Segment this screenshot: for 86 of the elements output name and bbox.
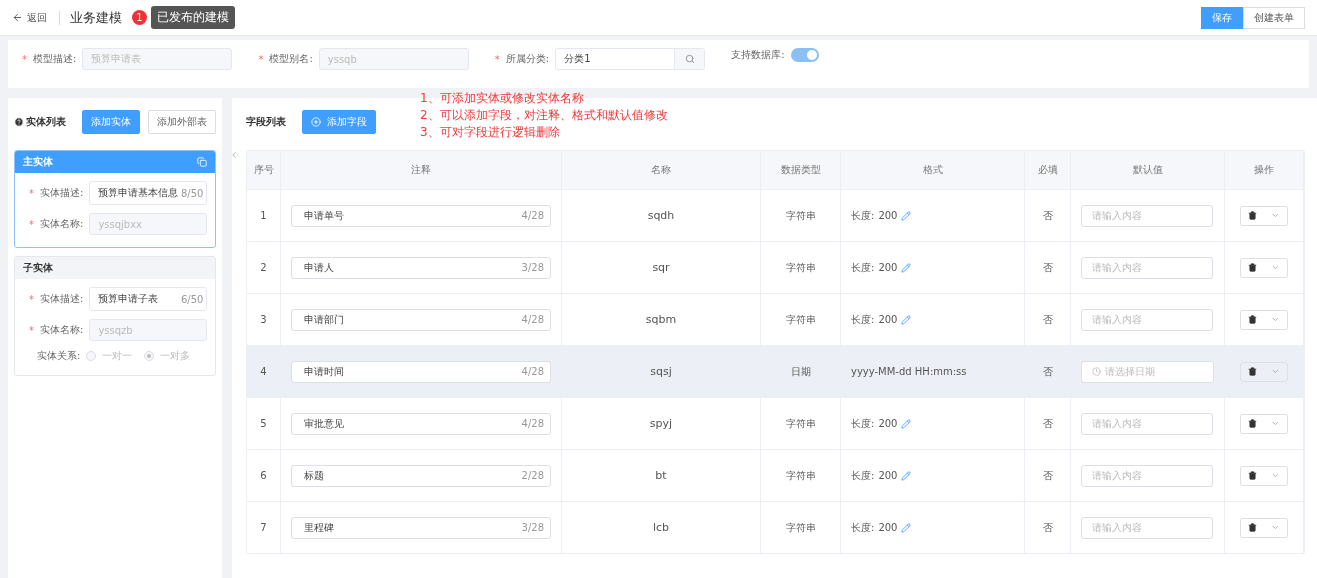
plus-icon: [311, 117, 321, 127]
edit-icon[interactable]: [901, 210, 912, 221]
length-value: 200: [878, 314, 898, 325]
dropdown-button[interactable]: [1271, 523, 1280, 532]
field-label: 实体名称:: [40, 217, 84, 231]
delete-button[interactable]: [1248, 367, 1257, 376]
field-label: 模型描述:: [33, 52, 77, 66]
annotation-text: 1、可添加实体或修改实体名称: [420, 90, 585, 107]
dropdown-button[interactable]: [1271, 211, 1280, 220]
annotation-text: 2、可以添加字段，对注释、格式和默认值修改: [420, 107, 668, 124]
edit-icon[interactable]: [901, 522, 912, 533]
required-mark: *: [22, 53, 27, 65]
description-field[interactable]: 预算申请基本信息 8/50: [89, 181, 208, 205]
edit-icon[interactable]: [901, 418, 912, 429]
length-value: 200: [878, 262, 898, 273]
comment-field[interactable]: 审批意见 4/28: [291, 412, 551, 435]
length-value: 200: [878, 210, 898, 221]
delete-button[interactable]: [1248, 419, 1257, 428]
field-label: 实体关系:: [37, 349, 81, 363]
table-cell: 否: [1025, 502, 1071, 553]
add-external-table-button[interactable]: 添加外部表: [148, 110, 216, 134]
comment-field[interactable]: 申请时间 4/28: [291, 360, 551, 383]
count-badge: 1: [132, 10, 147, 25]
delete-button[interactable]: [1248, 471, 1257, 480]
panel-title: 实体列表: [14, 115, 66, 129]
comment-field[interactable]: 标题 2/28: [291, 464, 551, 487]
delete-button[interactable]: [1248, 523, 1257, 532]
panel-title: 字段列表: [246, 115, 286, 129]
field-label: 所属分类:: [505, 52, 550, 66]
length-text: 长度:: [851, 416, 875, 431]
field-label: 支持数据库:: [731, 48, 785, 62]
required-mark: *: [258, 53, 264, 65]
dropdown-button[interactable]: [1271, 367, 1280, 376]
comment-field[interactable]: 申请部门 4/28: [291, 308, 551, 331]
required-mark: *: [29, 293, 34, 305]
required-mark: *: [494, 53, 500, 65]
length-value: 200: [878, 470, 898, 481]
card-title: 子实体: [23, 261, 53, 275]
toggle-switch[interactable]: [790, 48, 819, 62]
table-cell: 7: [247, 502, 281, 553]
copy-icon[interactable]: [197, 157, 207, 167]
delete-button[interactable]: [1248, 315, 1257, 324]
collapse-handle[interactable]: [229, 150, 239, 160]
length-text: 长度:: [851, 260, 875, 275]
length-text: 长度:: [851, 312, 875, 327]
annotation-text: 3、可对字段进行逻辑删除: [420, 124, 561, 141]
length-text: 长度:: [851, 468, 875, 483]
field-label: 实体名称:: [40, 323, 84, 337]
required-mark: *: [29, 187, 34, 199]
field-label: 模型别名:: [269, 52, 313, 66]
back-link[interactable]: 返回: [12, 10, 60, 25]
length-text: 长度:: [851, 520, 875, 535]
create-form-button[interactable]: 创建表单: [1243, 6, 1305, 29]
table-cell: lcb: [562, 502, 761, 553]
delete-button[interactable]: [1248, 211, 1257, 220]
comment-field[interactable]: 申请单号 4/28: [291, 204, 551, 227]
entity-card[interactable]: 主实体 * 实体描述: 预算申请基本信息 8/50 * 实体名称: yssqjbxx: [14, 150, 216, 248]
field-label: 实体描述:: [40, 186, 84, 200]
radio-button[interactable]: [144, 351, 155, 361]
delete-button[interactable]: [1248, 263, 1257, 272]
card-title: 主实体: [23, 155, 53, 169]
search-icon: [684, 54, 695, 64]
radio-button[interactable]: [86, 351, 97, 361]
arrow-left-icon: [12, 12, 23, 23]
clock-icon: [1092, 367, 1101, 376]
field-label: 实体描述:: [40, 292, 84, 306]
comment-field[interactable]: 里程碑 3/28: [291, 516, 551, 539]
dropdown-button[interactable]: [1271, 263, 1280, 272]
edit-icon[interactable]: [901, 262, 912, 273]
help-icon: [14, 117, 24, 127]
tooltip: 已发布的建模: [151, 6, 235, 29]
length-text: 长度:: [851, 208, 875, 223]
description-field[interactable]: 预算申请子表 6/50: [89, 287, 208, 311]
comment-field[interactable]: 申请人 3/28: [291, 256, 551, 279]
edit-icon[interactable]: [901, 314, 912, 325]
length-value: 200: [878, 418, 898, 429]
table-cell: 字符串: [761, 502, 841, 553]
edit-icon[interactable]: [901, 470, 912, 481]
category-field[interactable]: 分类1: [555, 48, 706, 70]
length-value: 200: [878, 522, 898, 533]
required-mark: *: [29, 218, 34, 230]
dropdown-button[interactable]: [1271, 315, 1280, 324]
dropdown-button[interactable]: [1271, 471, 1280, 480]
required-mark: *: [29, 324, 34, 336]
dropdown-button[interactable]: [1271, 419, 1280, 428]
page-title: 业务建模: [70, 8, 122, 27]
